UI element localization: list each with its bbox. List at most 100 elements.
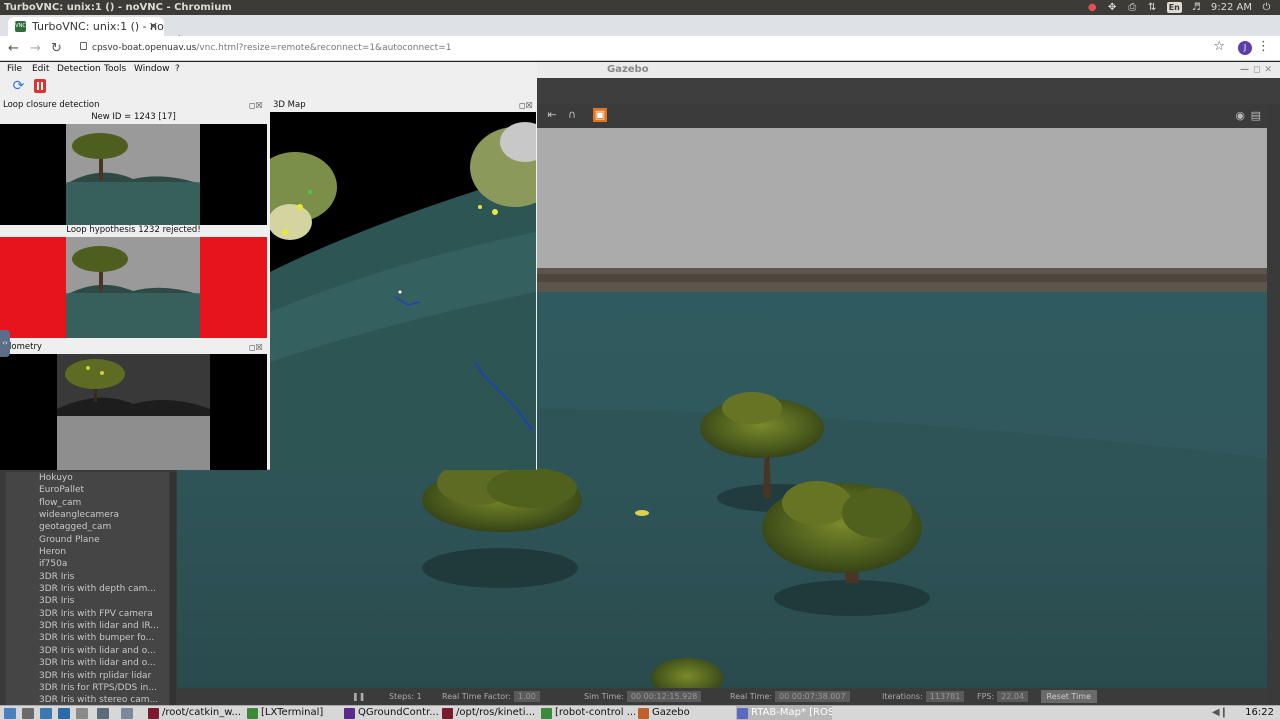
model-insert-list[interactable]: Hokuyo EuroPallet flow_cam wideanglecamera g… (6, 472, 169, 705)
model-list-item[interactable]: 3DR Iris with FPV camera (6, 608, 169, 620)
os-clock[interactable]: 9:22 AM (1211, 0, 1252, 15)
browser-tab[interactable]: VNC TurboVNC: unix:1 () - noV ✕ (8, 17, 164, 36)
file-manager-icon[interactable] (58, 708, 70, 719)
gazebo-title: Gazebo (607, 64, 649, 75)
model-list-item[interactable]: flow_cam (6, 497, 169, 509)
menu-file[interactable]: File (7, 62, 22, 76)
task-label: /opt/ros/kineti... (456, 707, 536, 718)
pause-icon[interactable]: ❚❚ (352, 688, 365, 705)
task-rtabmap[interactable]: RTAB-Map* [ROS] (736, 706, 832, 720)
model-list-item[interactable]: 3DR Iris with rplidar lidar (6, 670, 169, 682)
loop-closure-dock-buttons[interactable]: ◻☒ (249, 100, 263, 111)
reset-time-button[interactable]: Reset Time (1040, 690, 1097, 703)
gazebo-toolbar: ⇤ ∩ ▣ ◉ ▤ (537, 104, 1267, 128)
model-list-item[interactable]: 3DR Iris (6, 571, 169, 583)
model-list-scrollbar[interactable] (170, 472, 176, 705)
map3d-render (270, 122, 536, 470)
bookmark-star-icon[interactable]: ☆ (1213, 39, 1225, 54)
model-list-item[interactable]: geotagged_cam (6, 521, 169, 533)
tab-close-icon[interactable]: ✕ (149, 17, 158, 36)
forward-icon[interactable]: → (30, 40, 41, 57)
refresh-icon[interactable]: ⟳ (11, 79, 26, 94)
model-list-item[interactable]: 3DR Iris with depth cam... (6, 583, 169, 595)
gazebo-window-buttons[interactable]: —◻✕ (1240, 62, 1276, 78)
screenshot-icon[interactable]: ◉ (1235, 109, 1245, 122)
app-launcher-2-icon[interactable] (121, 708, 133, 719)
iterations-label: Iterations: (882, 692, 923, 701)
network-icon[interactable]: ⇅ (1147, 2, 1158, 13)
browser-menu-icon[interactable]: ⋮ (1257, 39, 1270, 54)
gazebo-title-bar[interactable]: Gazebo —◻✕ (537, 62, 1280, 78)
reload-icon[interactable]: ↻ (51, 40, 62, 57)
model-list-item[interactable]: 3DR Iris with lidar and o... (6, 645, 169, 657)
os-top-bar: TurboVNC: unix:1 () - noVNC - Chromium ●… (0, 0, 1280, 15)
model-list-item[interactable]: 3DR Iris with bumper fo... (6, 632, 169, 644)
back-icon[interactable]: ← (8, 40, 19, 57)
menu-edit[interactable]: Edit (32, 62, 49, 76)
rtf-stat: Real Time Factor: 1.00 (442, 688, 540, 705)
window-title: TurboVNC: unix:1 () - noVNC - Chromium (4, 2, 232, 13)
odometry-image-view[interactable] (0, 354, 267, 470)
log-icon[interactable]: ▤ (1251, 109, 1261, 122)
odometry-dock-buttons[interactable]: ◻☒ (249, 342, 263, 353)
sim-time-stat: Sim Time: 00 00:12:15.928 (584, 688, 702, 705)
fps-stat: FPS: 22.04 (977, 688, 1029, 705)
view-angle-icon[interactable]: ▣ (593, 108, 607, 122)
profile-avatar[interactable]: J (1238, 41, 1252, 55)
desktop-icon[interactable] (76, 708, 88, 719)
volume-icon[interactable]: ♬ (1191, 2, 1202, 13)
terminal-launcher-icon[interactable] (22, 708, 34, 719)
gazebo-right-panel-edge[interactable] (1267, 104, 1280, 705)
task-opt-ros[interactable]: /opt/ros/kineti... (441, 706, 537, 720)
start-menu-icon[interactable] (4, 708, 16, 719)
menu-window[interactable]: Window (134, 62, 170, 76)
settings-icon[interactable]: ✥ (1107, 2, 1118, 13)
task-label: [LXTerminal] (261, 707, 324, 718)
snap-icon[interactable]: ∩ (565, 108, 579, 122)
model-list-item[interactable]: Hokuyo (6, 472, 169, 484)
align-icon[interactable]: ⇤ (545, 108, 559, 122)
current-image-view[interactable] (0, 124, 267, 225)
power-icon[interactable]: ⏻ (1261, 2, 1272, 13)
model-list-item[interactable]: 3DR Iris for RTPS/DDS in... (6, 682, 169, 694)
model-list-item[interactable]: Heron (6, 546, 169, 558)
model-list-item[interactable]: wideanglecamera (6, 509, 169, 521)
screen-record-icon[interactable]: ● (1087, 2, 1098, 13)
dock-side-handle[interactable]: ‹› (0, 330, 10, 357)
menu-help[interactable]: ? (175, 62, 180, 76)
volume-icon[interactable]: ◀❙ (1212, 706, 1228, 720)
model-list-item[interactable]: 3DR Iris with lidar and o... (6, 657, 169, 669)
rtabmap-docks: Loop closure detection ◻☒ New ID = 1243 … (0, 98, 537, 470)
map3d-view[interactable] (270, 112, 536, 470)
model-list-item[interactable]: 3DR Iris with lidar and IR... (6, 620, 169, 632)
rtabmap-toolbar: ⟳ (0, 76, 537, 98)
model-list-item[interactable]: 3DR Iris (6, 595, 169, 607)
qgc-icon (344, 708, 355, 719)
taskbar-clock[interactable]: 16:22 (1245, 706, 1274, 720)
gazebo-menu-bar (537, 78, 1280, 104)
printer-icon[interactable]: ⎙ (1127, 2, 1138, 13)
menu-detection[interactable]: Detection (57, 62, 101, 76)
gazebo-time-panel: ❚❚ Steps: 1 Real Time Factor: 1.00 Sim Ti… (177, 688, 1267, 705)
real-time-label: Real Time: (730, 692, 773, 701)
address-bar[interactable]: cpsvo-boat.openuav.us/vnc.html?resize=re… (92, 42, 451, 55)
browser-launcher-icon[interactable] (40, 708, 52, 719)
map3d-dock-buttons[interactable]: ◻☒ (519, 100, 533, 111)
model-list-item[interactable]: Ground Plane (6, 534, 169, 546)
taskbar: /root/catkin_w... [LXTerminal] QGroundCo… (0, 705, 1280, 720)
task-robot-control[interactable]: [robot-control ... (540, 706, 635, 720)
model-list-item[interactable]: if750a (6, 558, 169, 570)
task-catkin[interactable]: /root/catkin_w... (147, 706, 243, 720)
browser-tab-strip: VNC TurboVNC: unix:1 () - noV ✕ + (0, 15, 1280, 49)
real-time-stat: Real Time: 00 00:07:38.007 (730, 688, 850, 705)
pause-button[interactable] (34, 79, 46, 93)
keyboard-layout-indicator[interactable]: En (1166, 2, 1182, 13)
task-gazebo[interactable]: Gazebo (637, 706, 733, 720)
model-list-item[interactable]: EuroPallet (6, 484, 169, 496)
model-list-item[interactable]: 3DR Iris with stereo cam... (6, 694, 169, 705)
loop-image-view[interactable] (0, 237, 267, 338)
app-launcher-icon[interactable] (97, 708, 109, 719)
task-qgroundcontrol[interactable]: QGroundContr... (343, 706, 438, 720)
menu-tools[interactable]: Tools (104, 62, 126, 76)
task-lxterminal[interactable]: [LXTerminal] (246, 706, 341, 720)
